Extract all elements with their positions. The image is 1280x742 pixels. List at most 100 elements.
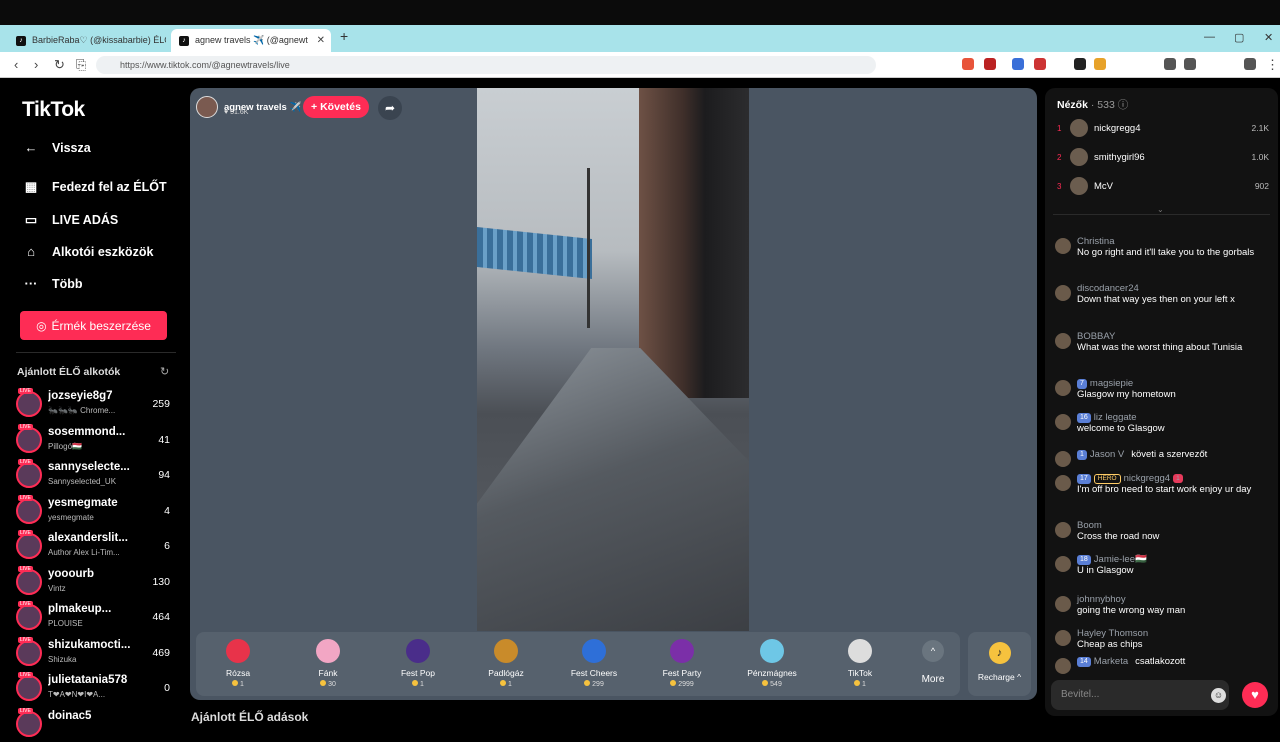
creator-avatar[interactable] [16, 675, 42, 701]
creator-avatar[interactable] [16, 639, 42, 666]
minimize-button[interactable]: — [1204, 31, 1215, 43]
recommended-creator[interactable]: LIVE alexanderslit... Author Alex Li-Tim..… [16, 530, 176, 564]
get-coins-button[interactable]: ◎ Érmék beszerzése [20, 311, 167, 340]
recommended-creator[interactable]: LIVE jozseyie8g7 🐜🐜🐜 Chrome... 259 [16, 388, 176, 422]
creator-avatar[interactable] [16, 710, 42, 737]
more-gifts-button[interactable]: ^ More [916, 636, 950, 685]
viewers-header[interactable]: Nézők · 533 ⓘ [1057, 97, 1128, 112]
chevron-down-icon[interactable]: ⌄ [1157, 205, 1164, 214]
gift-item[interactable]: Pénzmágnes 549 [736, 636, 808, 694]
chat-avatar[interactable] [1055, 451, 1071, 467]
top-viewer[interactable]: 1 nickgregg4 2.1K [1057, 118, 1269, 138]
extension-icon[interactable] [1034, 58, 1046, 70]
extension-icon[interactable] [1184, 58, 1196, 70]
reload-icon[interactable]: ↻ [54, 57, 65, 73]
chat-message[interactable]: 1 Jason V követi a szervezőt [1055, 449, 1270, 467]
chat-username[interactable]: Boom [1077, 520, 1102, 531]
creator-avatar[interactable] [16, 462, 42, 488]
chat-username[interactable]: BOBBAY [1077, 331, 1115, 342]
menu-explore-live[interactable]: ▦ Fedezd fel az ÉLŐT [22, 179, 167, 195]
refresh-icon[interactable]: ↻ [160, 365, 169, 378]
chat-message[interactable]: 16 liz leggate welcome to Glasgow [1055, 412, 1270, 435]
info-icon[interactable]: ⓘ [1118, 99, 1129, 111]
chat-avatar[interactable] [1055, 238, 1071, 254]
menu-more[interactable]: ··· Több [22, 276, 83, 291]
recommended-creator[interactable]: LIVE yesmegmate yesmegmate 4 [16, 494, 176, 529]
chat-avatar[interactable] [1055, 596, 1071, 612]
chat-message[interactable]: Christina No go right and it'll take you … [1055, 236, 1270, 259]
live-video[interactable] [477, 88, 749, 631]
chat-username[interactable]: Marketa [1094, 656, 1128, 667]
new-tab-button[interactable]: + [340, 28, 348, 44]
recharge-button[interactable]: ♪ Recharge ^ [968, 632, 1031, 696]
chat-username[interactable]: Jamie-lee🇭🇺 [1094, 554, 1147, 565]
extension-icon[interactable] [1164, 58, 1176, 70]
chat-message[interactable]: 18 Jamie-lee🇭🇺 U in Glasgow [1055, 554, 1270, 577]
creator-avatar[interactable] [16, 568, 42, 595]
close-tab-icon[interactable]: ✕ [317, 35, 325, 46]
chat-message[interactable]: Hayley Thomson Cheap as chips [1055, 628, 1270, 651]
chat-avatar[interactable] [1055, 285, 1071, 301]
creator-avatar[interactable] [16, 604, 42, 630]
recommended-creator[interactable]: LIVE plmakeup... PLOUISE 464 [16, 601, 176, 635]
chat-message[interactable]: Boom Cross the road now [1055, 520, 1270, 543]
heart-like-button[interactable]: ♥ [1242, 682, 1268, 708]
back-link[interactable]: ← Vissza [22, 140, 91, 155]
chat-avatar[interactable] [1055, 658, 1071, 674]
gift-item[interactable]: Fánk 30 [292, 636, 364, 694]
chat-username[interactable]: discodancer24 [1077, 283, 1139, 294]
maximize-button[interactable]: ▢ [1234, 31, 1244, 44]
recommended-creator[interactable]: LIVE doinac5 [16, 707, 176, 742]
browser-tab-1[interactable]: ♪ BarbieRaba♡ (@kissabarbie) ÉLŐ a [8, 29, 166, 52]
extension-icon[interactable] [962, 58, 974, 70]
extension-icon[interactable] [1094, 58, 1106, 70]
gift-item[interactable]: Fest Pop 1 [382, 636, 454, 694]
bookmark-icon[interactable]: ⎘ [76, 57, 86, 73]
recommended-creator[interactable]: LIVE sannyselecte... Sannyselected_UK 94 [16, 459, 176, 493]
chat-message[interactable]: 7 magsiepie Glasgow my hometown [1055, 378, 1270, 401]
gift-item[interactable]: TikTok 1 [824, 636, 896, 694]
chat-avatar[interactable] [1055, 522, 1071, 538]
host-avatar[interactable] [196, 96, 218, 118]
gift-item[interactable]: Rózsa 1 [202, 636, 274, 694]
chat-avatar[interactable] [1055, 475, 1071, 491]
menu-live-broadcast[interactable]: ▭ LIVE ADÁS [22, 212, 118, 228]
chat-username[interactable]: Christina [1077, 236, 1115, 247]
chat-username[interactable]: nickgregg4 [1124, 473, 1170, 484]
creator-avatar[interactable] [16, 497, 42, 524]
chat-message[interactable]: BOBBAY What was the worst thing about Tun… [1055, 331, 1270, 354]
chat-message[interactable]: 17 HERO nickgregg4 1 I'm off bro need to sta… [1055, 473, 1270, 496]
chat-message[interactable]: 14 Marketa csatlakozott [1055, 656, 1270, 674]
browser-tab-2[interactable]: ♪ agnew travels ✈️ (@agnewt ✕ [171, 29, 331, 52]
recommended-creator[interactable]: LIVE sosemmond... Pillogó🇭🇺 41 [16, 423, 176, 458]
chat-avatar[interactable] [1055, 380, 1071, 396]
creator-avatar[interactable] [16, 426, 42, 453]
creator-avatar[interactable] [16, 533, 42, 559]
recommended-creator[interactable]: LIVE yooourb Vintz 130 [16, 565, 176, 600]
creator-avatar[interactable] [16, 391, 42, 417]
chat-avatar[interactable] [1055, 414, 1071, 430]
chat-username[interactable]: magsiepie [1090, 378, 1133, 389]
tiktok-logo[interactable]: TikTok [22, 98, 85, 122]
url-field[interactable]: https://www.tiktok.com/@agnewtravels/liv… [96, 56, 876, 74]
top-viewer[interactable]: 3 McV 902 [1057, 176, 1269, 196]
share-icon[interactable]: ➦ [378, 96, 402, 120]
recommended-creator[interactable]: LIVE shizukamocti... Shizuka 469 [16, 636, 176, 671]
chat-input[interactable]: Bevitel... [1051, 680, 1229, 710]
extension-icon[interactable] [1244, 58, 1256, 70]
top-viewer[interactable]: 2 smithygirl96 1.0K [1057, 147, 1269, 167]
chat-avatar[interactable] [1055, 333, 1071, 349]
emoji-icon[interactable]: ☺ [1211, 688, 1226, 703]
gift-item[interactable]: Padlógáz 1 [470, 636, 542, 694]
chat-username[interactable]: Hayley Thomson [1077, 628, 1148, 639]
close-window-button[interactable]: ✕ [1264, 31, 1273, 44]
back-nav-icon[interactable]: ‹ [14, 57, 18, 72]
extension-icon[interactable] [1074, 58, 1086, 70]
chat-message[interactable]: discodancer24 Down that way yes then on y… [1055, 283, 1270, 306]
extension-icon[interactable] [984, 58, 996, 70]
chat-username[interactable]: Jason V [1090, 449, 1124, 460]
chat-username[interactable]: johnnybhoy [1077, 594, 1126, 605]
chat-message[interactable]: johnnybhoy going the wrong way man [1055, 594, 1270, 617]
follow-button[interactable]: + Követés [303, 96, 369, 118]
browser-menu-icon[interactable]: ⋮ [1266, 57, 1279, 73]
